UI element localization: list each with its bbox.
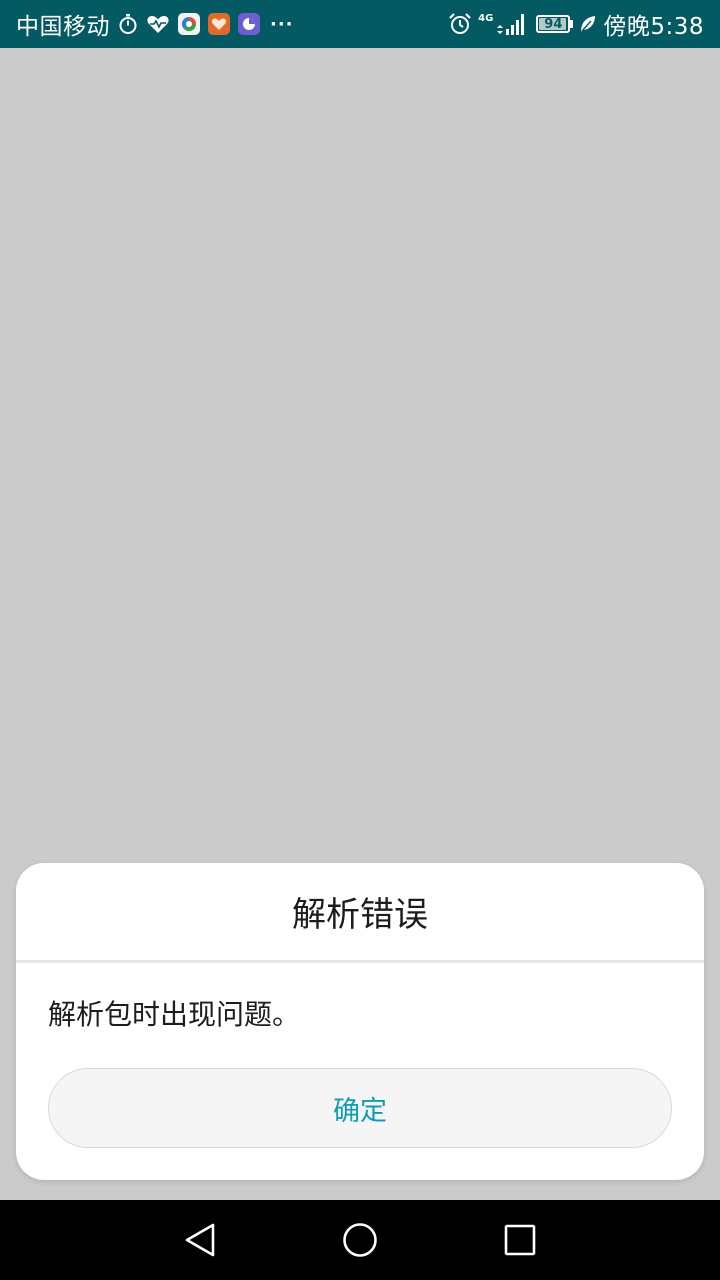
- navigation-bar: [0, 1200, 720, 1280]
- status-bar-right: 4G 94 傍晚5:38: [448, 0, 704, 48]
- alarm-clock-icon: [448, 12, 472, 36]
- signal-strength-icon: [496, 12, 526, 36]
- clock: 傍晚5:38: [603, 14, 704, 40]
- power-saving-leaf-icon: [579, 14, 597, 34]
- browser-app-icon: [178, 13, 200, 35]
- network-type-label: 4G: [478, 13, 494, 24]
- battery-icon: 94: [536, 15, 571, 33]
- battery-tip: [570, 20, 574, 28]
- recents-button[interactable]: [500, 1220, 540, 1260]
- confirm-button[interactable]: 确定: [48, 1068, 672, 1148]
- home-circle-icon: [343, 1223, 377, 1257]
- status-bar-left: 中国移动 ···: [16, 0, 294, 48]
- favorites-app-icon: [208, 13, 230, 35]
- carrier-name: 中国移动: [16, 14, 110, 40]
- back-button[interactable]: [180, 1220, 220, 1260]
- battery-level-text: 94: [544, 16, 563, 32]
- dialog-title: 解析错误: [292, 895, 428, 935]
- assistant-app-icon: [238, 13, 260, 35]
- home-button[interactable]: [340, 1220, 380, 1260]
- back-triangle-icon: [185, 1223, 215, 1257]
- recents-square-icon: [504, 1224, 536, 1256]
- health-heartbeat-icon: [146, 13, 170, 35]
- more-notifications-indicator: ···: [270, 13, 294, 35]
- dialog-message: 解析包时出现问题。: [48, 998, 301, 1031]
- parse-error-dialog: 解析错误 解析包时出现问题。 确定: [16, 863, 704, 1180]
- dialog-divider: [16, 960, 704, 963]
- status-bar: 中国移动 ··· 4G 94 傍晚5:38: [0, 0, 720, 48]
- timer-icon: [118, 13, 138, 35]
